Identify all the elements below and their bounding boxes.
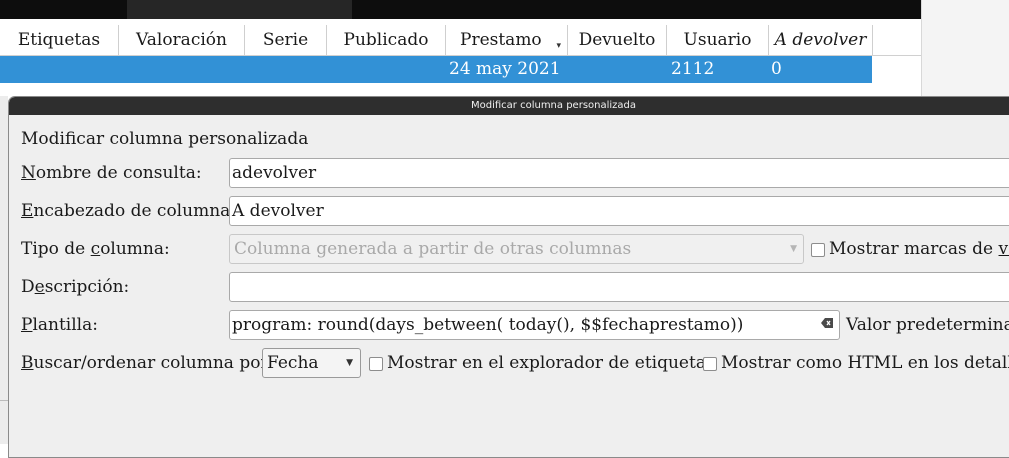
label-text: Tipo de [21,239,91,259]
show-in-tag-browser-checkbox[interactable] [369,357,383,371]
column-header-label: Publicado [343,30,429,50]
background-window-edge [0,96,8,444]
dialog-heading: Modificar columna personalizada [21,129,309,149]
show-in-tag-browser-label[interactable]: Mostrar en el explorador de etiquetas [387,353,715,373]
input-value: adevolver [232,163,317,183]
label-text: lantilla: [32,315,98,335]
table-header: Etiquetas Valoración Serie Publicado Pre… [0,25,921,56]
label-text: uscar/ordenar columna por [33,353,269,373]
dialog-titlebar[interactable]: Modificar columna personalizada [9,97,1009,115]
label-text: ombre de consulta: [35,163,202,183]
show-as-html-checkbox[interactable] [703,357,717,371]
column-heading-input[interactable]: A devolver [229,196,1009,226]
clear-text-icon[interactable] [821,318,833,328]
label-text: D [21,277,35,297]
label-text: Mostrar marcas de [829,239,999,259]
dialog-title: Modificar columna personalizada [471,100,637,111]
column-header-devuelto[interactable]: Devuelto [568,25,667,55]
label-text: olumna: [100,239,170,259]
column-heading-label: Encabezado de columna: [21,201,236,221]
cover-image-fragment [127,0,352,19]
cell-usuario: 2112 [671,59,715,79]
column-header-label: Serie [262,30,309,50]
template-input[interactable]: program: round(days_between( today(), $$… [229,310,840,340]
description-label: Descripción: [21,277,129,297]
lookup-name-label: Nombre de consulta: [21,163,202,183]
template-label: Plantilla: [21,315,98,335]
mnemonic: ver [998,239,1009,259]
column-header-usuario[interactable]: Usuario [667,25,769,55]
column-type-select: Columna generada a partir de otras colum… [229,234,804,264]
mnemonic: c [90,239,101,259]
input-value: program: round(days_between( today(), $$… [232,315,744,335]
mnemonic: E [21,201,34,221]
column-header-publicado[interactable]: Publicado [327,25,446,55]
sort-by-label: Buscar/ordenar columna por [21,353,269,373]
sort-by-select[interactable]: Fecha ▼ [262,348,361,378]
column-header-label: Usuario [683,30,752,50]
input-value: A devolver [232,201,324,221]
column-header-serie[interactable]: Serie [245,25,327,55]
chevron-down-icon: ▼ [346,358,353,368]
edit-custom-column-dialog: Modificar columna personalizada Modifica… [8,96,1009,458]
cell-a-devolver: 0 [771,59,782,79]
column-header-label: A devolver [774,30,867,50]
show-checkmarks-checkbox[interactable] [811,243,825,257]
column-header-label: Valoración [136,30,227,50]
column-header-a-devolver[interactable]: A devolver [769,25,873,55]
show-as-html-label[interactable]: Mostrar como HTML en los detalles [721,353,1009,373]
column-header-label: Prestamo [460,30,542,50]
default-value-label: Valor predeterminad [846,315,1009,335]
cell-prestamo: 24 may 2021 [449,59,561,79]
lookup-name-input[interactable]: adevolver [229,158,1009,188]
right-panel-fragment [921,0,1009,96]
divider [0,400,8,401]
chevron-down-icon: ▼ [790,244,797,254]
mnemonic: e [34,277,45,297]
show-checkmarks-label[interactable]: Mostrar marcas de ver [829,239,1009,259]
select-value: Fecha [267,353,319,373]
mnemonic: P [21,315,33,335]
label-text: ncabezado de columna: [33,201,237,221]
mnemonic: B [21,353,34,373]
table-empty-area [0,83,921,96]
table-row[interactable]: 24 may 2021 2112 0 [0,56,872,83]
description-input[interactable] [229,272,1009,302]
column-type-label: Tipo de columna: [21,239,170,259]
column-header-valoracion[interactable]: Valoración [119,25,245,55]
cover-image-strip [0,0,921,19]
column-header-label: Devuelto [578,30,656,50]
mnemonic: N [21,163,36,183]
column-header-prestamo[interactable]: Prestamo ▾ [446,25,568,55]
select-value: Columna generada a partir de otras colum… [234,239,632,259]
column-header-etiquetas[interactable]: Etiquetas [0,25,119,55]
column-header-label: Etiquetas [17,30,101,50]
label-text: scripción: [44,277,130,297]
